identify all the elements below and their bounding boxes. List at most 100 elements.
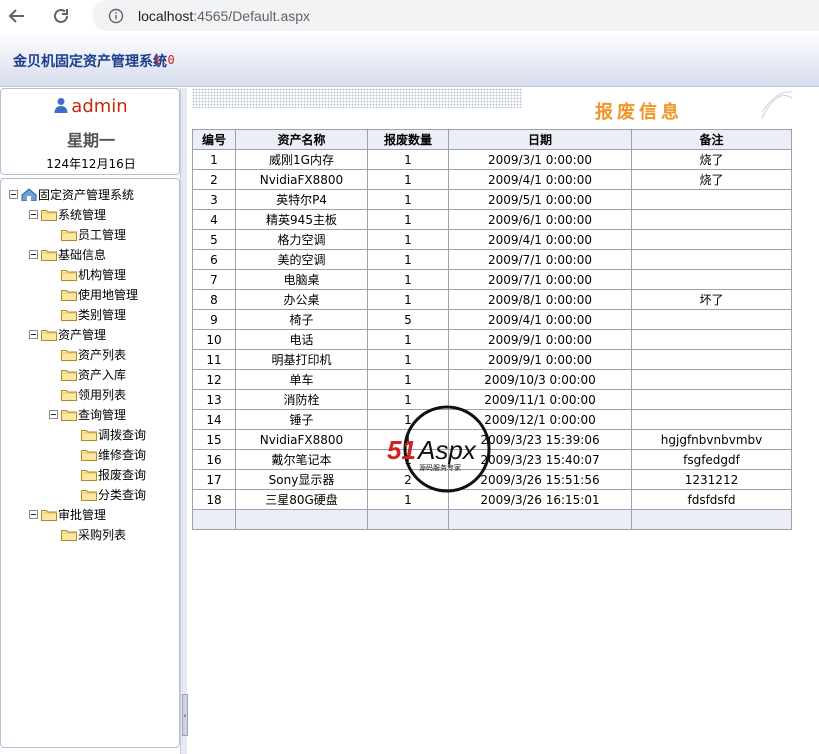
tree-item-label: 类别管理 (78, 307, 127, 322)
col-header-quantity[interactable]: 报废数量 (367, 129, 449, 150)
cell-remark (631, 189, 792, 210)
app-version: 1.0 (153, 53, 175, 67)
tree-item-label: 固定资产管理系统 (38, 187, 135, 202)
table-row[interactable]: 10 电话 1 2009/9/1 0:00:00 (192, 329, 792, 350)
table-row[interactable]: 12 单车 1 2009/10/3 0:00:00 (192, 369, 792, 390)
tree-item-13[interactable]: 维修查询 (81, 445, 146, 463)
tree-item-11[interactable]: 查询管理 (49, 405, 126, 423)
cell-id: 3 (192, 189, 236, 210)
col-header-date[interactable]: 日期 (448, 129, 632, 150)
col-header-remark[interactable]: 备注 (631, 129, 792, 150)
col-header-id[interactable]: 编号 (192, 129, 236, 150)
cell-quantity: 1 (367, 209, 449, 230)
footer-cell (192, 509, 236, 530)
cell-id: 5 (192, 229, 236, 250)
tree-item-15[interactable]: 分类查询 (81, 485, 146, 503)
cell-id: 6 (192, 249, 236, 270)
address-bar[interactable]: localhost:4565/Default.aspx (92, 0, 819, 31)
cell-remark (631, 409, 792, 430)
tree-item-16[interactable]: 审批管理 (29, 505, 106, 523)
tree-item-7[interactable]: 资产管理 (29, 325, 106, 343)
tree-item-12[interactable]: 调拨查询 (81, 425, 146, 443)
tree-item-label: 使用地管理 (78, 287, 139, 302)
cell-asset-name: 单车 (235, 369, 368, 390)
table-row[interactable]: 4 精英945主板 1 2009/6/1 0:00:00 (192, 209, 792, 230)
collapse-toggle-icon[interactable] (29, 209, 38, 219)
folder-icon (61, 528, 78, 541)
tree-item-14[interactable]: 报废查询 (81, 465, 146, 483)
cell-asset-name: NvidiaFX8800 (235, 429, 368, 450)
cell-id: 7 (192, 269, 236, 290)
cell-quantity: 1 (367, 269, 449, 290)
tree-item-6[interactable]: 类别管理 (61, 305, 126, 323)
reload-icon[interactable] (48, 3, 74, 29)
info-icon[interactable] (108, 8, 124, 24)
back-arrow-icon[interactable] (4, 3, 30, 29)
cell-asset-name: 消防栓 (235, 389, 368, 410)
col-header-asset-name[interactable]: 资产名称 (235, 129, 368, 150)
table-row[interactable]: 2 NvidiaFX8800 1 2009/4/1 0:00:00 烧了 (192, 169, 792, 190)
collapse-sidebar-icon[interactable]: ‹ (182, 694, 188, 736)
cell-id: 14 (192, 409, 236, 430)
collapse-toggle-icon[interactable] (29, 509, 38, 519)
cell-id: 10 (192, 329, 236, 350)
username-text: admin (71, 96, 128, 117)
dotted-decoration (192, 88, 522, 108)
cell-asset-name: 美的空调 (235, 249, 368, 270)
tree-item-label: 采购列表 (78, 527, 127, 542)
cell-id: 17 (192, 469, 236, 490)
folder-icon (41, 328, 58, 341)
tree-item-label: 维修查询 (98, 447, 147, 462)
cell-date: 2009/4/1 0:00:00 (448, 169, 632, 190)
table-row[interactable]: 8 办公桌 1 2009/8/1 0:00:00 坏了 (192, 289, 792, 310)
cell-date: 2009/9/1 0:00:00 (448, 349, 632, 370)
table-row[interactable]: 3 英特尔P4 1 2009/5/1 0:00:00 (192, 189, 792, 210)
cell-date: 2009/8/1 0:00:00 (448, 289, 632, 310)
sidebar-splitter[interactable]: ‹ (180, 88, 188, 754)
cell-remark (631, 329, 792, 350)
cell-asset-name: 戴尔笔记本 (235, 449, 368, 470)
cell-quantity: 5 (367, 309, 449, 330)
tree-item-17[interactable]: 采购列表 (61, 525, 126, 543)
tree-item-3[interactable]: 基础信息 (29, 245, 106, 263)
cell-asset-name: 精英945主板 (235, 209, 368, 230)
cell-id: 18 (192, 489, 236, 510)
home-icon (21, 187, 38, 201)
cell-asset-name: 办公桌 (235, 289, 368, 310)
table-row[interactable]: 1 威刚1G内存 1 2009/3/1 0:00:00 烧了 (192, 149, 792, 170)
collapse-toggle-icon[interactable] (49, 409, 58, 419)
tree-item-10[interactable]: 领用列表 (61, 385, 126, 403)
tree-item-label: 审批管理 (58, 507, 107, 522)
tree-item-0[interactable]: 固定资产管理系统 (9, 185, 134, 203)
tree-item-4[interactable]: 机构管理 (61, 265, 126, 283)
cell-asset-name: 电脑桌 (235, 269, 368, 290)
cell-remark (631, 369, 792, 390)
cell-asset-name: NvidiaFX8800 (235, 169, 368, 190)
tree-item-9[interactable]: 资产入库 (61, 365, 126, 383)
collapse-toggle-icon[interactable] (29, 329, 38, 339)
cell-date: 2009/4/1 0:00:00 (448, 229, 632, 250)
cell-remark: hgjgfnbvnbvmbv (631, 429, 792, 450)
collapse-toggle-icon[interactable] (9, 189, 18, 199)
table-row[interactable]: 11 明基打印机 1 2009/9/1 0:00:00 (192, 349, 792, 370)
tree-item-1[interactable]: 系统管理 (29, 205, 106, 223)
tree-item-label: 基础信息 (58, 247, 107, 262)
tree-item-2[interactable]: 员工管理 (61, 225, 126, 243)
cell-asset-name: 格力空调 (235, 229, 368, 250)
folder-icon (81, 468, 98, 481)
tree-item-label: 机构管理 (78, 267, 127, 282)
collapse-toggle-icon[interactable] (29, 249, 38, 259)
cell-remark (631, 269, 792, 290)
table-row[interactable]: 7 电脑桌 1 2009/7/1 0:00:00 (192, 269, 792, 290)
cell-remark (631, 349, 792, 370)
nav-tree: 固定资产管理系统系统管理员工管理基础信息机构管理使用地管理类别管理资产管理资产列… (0, 178, 180, 748)
tree-item-5[interactable]: 使用地管理 (61, 285, 138, 303)
cell-id: 8 (192, 289, 236, 310)
tree-item-8[interactable]: 资产列表 (61, 345, 126, 363)
table-row[interactable]: 5 格力空调 1 2009/4/1 0:00:00 (192, 229, 792, 250)
tree-item-label: 调拨查询 (98, 427, 147, 442)
cell-id: 16 (192, 449, 236, 470)
cell-remark: fsgfedgdf (631, 449, 792, 470)
table-row[interactable]: 9 椅子 5 2009/4/1 0:00:00 (192, 309, 792, 330)
table-row[interactable]: 6 美的空调 1 2009/7/1 0:00:00 (192, 249, 792, 270)
